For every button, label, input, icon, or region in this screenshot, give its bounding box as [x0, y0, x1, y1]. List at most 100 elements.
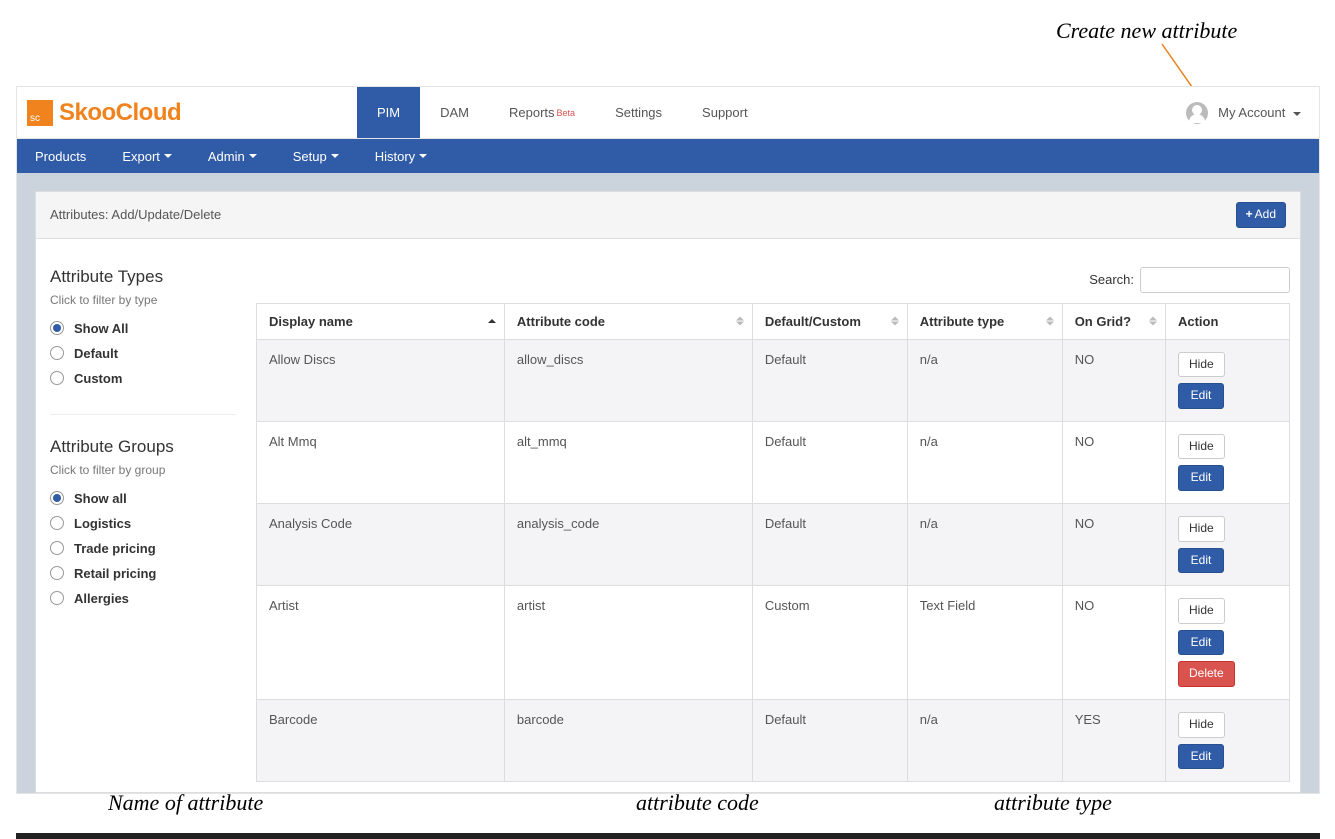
filter-group-radio-item[interactable]: Show all: [50, 491, 236, 506]
secondbar-item-label: Setup: [293, 149, 327, 164]
add-attribute-button[interactable]: +Add: [1236, 202, 1286, 228]
hide-button[interactable]: Hide: [1178, 434, 1225, 460]
secondbar-item-label: Products: [35, 149, 86, 164]
logo[interactable]: sc SkooCloud: [17, 87, 357, 138]
col-header-label: Attribute type: [920, 314, 1005, 329]
radio-label: Trade pricing: [74, 541, 156, 556]
col-header-attribute-type[interactable]: Attribute type: [907, 303, 1062, 339]
user-avatar-icon: [1186, 102, 1208, 124]
cell-actions: Hide Edit: [1165, 339, 1289, 421]
cell-attribute-code: barcode: [504, 699, 752, 781]
caret-down-icon: [419, 154, 427, 158]
filter-groups-sub: Click to filter by group: [50, 463, 236, 477]
filter-type-radio-item[interactable]: Show All: [50, 321, 236, 336]
cell-attribute-code: alt_mmq: [504, 421, 752, 503]
filter-group-radio-item[interactable]: Logistics: [50, 516, 236, 531]
secondbar-item-label: Export: [122, 149, 160, 164]
my-account-label: My Account: [1218, 105, 1285, 120]
secondbar-item-export[interactable]: Export: [104, 139, 190, 173]
cell-attribute-code: artist: [504, 586, 752, 700]
sort-icon: [736, 317, 744, 326]
cell-actions: Hide Edit: [1165, 421, 1289, 503]
hide-button[interactable]: Hide: [1178, 352, 1225, 378]
radio-label: Show all: [74, 491, 127, 506]
radio-icon: [50, 541, 64, 555]
secondbar-item-history[interactable]: History: [357, 139, 445, 173]
filter-type-radio-item[interactable]: Custom: [50, 371, 236, 386]
radio-icon: [50, 346, 64, 360]
hide-button[interactable]: Hide: [1178, 598, 1225, 624]
col-header-display-name[interactable]: Display name: [257, 303, 505, 339]
radio-icon: [50, 516, 64, 530]
hide-button[interactable]: Hide: [1178, 516, 1225, 542]
topnav: PIMDAMReportsBetaSettings Support: [357, 87, 768, 138]
edit-button[interactable]: Edit: [1178, 383, 1224, 409]
filter-group-radio-item[interactable]: Allergies: [50, 591, 236, 606]
radio-label: Custom: [74, 371, 122, 386]
add-button-label: Add: [1255, 207, 1276, 221]
attributes-table: Display nameAttribute code Default/Custom…: [256, 303, 1290, 783]
filter-groups-title: Attribute Groups: [50, 437, 236, 457]
filter-group-radio-item[interactable]: Trade pricing: [50, 541, 236, 556]
caret-down-icon: [1293, 112, 1301, 116]
radio-label: Retail pricing: [74, 566, 156, 581]
filter-group-radio-item[interactable]: Retail pricing: [50, 566, 236, 581]
cell-on-grid: NO: [1062, 586, 1165, 700]
cell-attribute-code: allow_discs: [504, 339, 752, 421]
cell-default-custom: Custom: [752, 586, 907, 700]
secondbar: Products Export Admin Setup History: [17, 139, 1319, 173]
edit-button[interactable]: Edit: [1178, 465, 1224, 491]
hide-button[interactable]: Hide: [1178, 712, 1225, 738]
cell-on-grid: NO: [1062, 503, 1165, 585]
cell-default-custom: Default: [752, 421, 907, 503]
cell-display-name: Allow Discs: [257, 339, 505, 421]
panel-header: Attributes: Add/Update/Delete +Add: [36, 192, 1300, 239]
radio-icon: [50, 566, 64, 580]
app-window: sc SkooCloud PIMDAMReportsBetaSettings Su…: [16, 86, 1320, 794]
cell-actions: Hide Edit Delete: [1165, 586, 1289, 700]
col-header-label: Action: [1178, 314, 1218, 329]
col-header-on-grid-[interactable]: On Grid?: [1062, 303, 1165, 339]
cell-display-name: Alt Mmq: [257, 421, 505, 503]
topnav-item-pim[interactable]: PIM: [357, 87, 420, 138]
secondbar-item-setup[interactable]: Setup: [275, 139, 357, 173]
radio-label: Allergies: [74, 591, 129, 606]
sidebar-filters: Attribute Types Click to filter by type …: [46, 267, 236, 783]
cell-on-grid: YES: [1062, 699, 1165, 781]
topbar: sc SkooCloud PIMDAMReportsBetaSettings Su…: [17, 87, 1319, 139]
topnav-item-dam[interactable]: DAM: [420, 87, 489, 138]
radio-icon: [50, 321, 64, 335]
plus-icon: +: [1246, 207, 1253, 221]
col-header-label: On Grid?: [1075, 314, 1131, 329]
sort-icon: [488, 319, 496, 323]
filter-types-title: Attribute Types: [50, 267, 236, 287]
col-header-default-custom[interactable]: Default/Custom: [752, 303, 907, 339]
edit-button[interactable]: Edit: [1178, 630, 1224, 656]
panel-body: Attribute Types Click to filter by type …: [36, 239, 1300, 793]
secondbar-item-admin[interactable]: Admin: [190, 139, 275, 173]
topnav-item-support[interactable]: Support: [682, 87, 768, 138]
cell-display-name: Artist: [257, 586, 505, 700]
topnav-item-label: Support: [702, 105, 748, 120]
search-input[interactable]: [1140, 267, 1290, 293]
filter-type-radio-item[interactable]: Default: [50, 346, 236, 361]
edit-button[interactable]: Edit: [1178, 548, 1224, 574]
search-row: Search:: [256, 267, 1290, 293]
secondbar-item-products[interactable]: Products: [17, 139, 104, 173]
sort-icon: [1046, 317, 1054, 326]
topnav-item-reports[interactable]: ReportsBeta: [489, 87, 595, 138]
table-row: Analysis Codeanalysis_codeDefaultn/aNOHi…: [257, 503, 1290, 585]
cell-default-custom: Default: [752, 503, 907, 585]
col-header-attribute-code[interactable]: Attribute code: [504, 303, 752, 339]
radio-icon: [50, 371, 64, 385]
edit-button[interactable]: Edit: [1178, 744, 1224, 770]
table-row: Allow Discsallow_discsDefaultn/aNOHideEd…: [257, 339, 1290, 421]
footer-bar: [16, 833, 1320, 839]
logo-text: SkooCloud: [59, 99, 181, 127]
cell-default-custom: Default: [752, 339, 907, 421]
col-header-label: Default/Custom: [765, 314, 861, 329]
delete-button[interactable]: Delete: [1178, 661, 1235, 687]
my-account-link[interactable]: My Account: [1218, 105, 1301, 120]
topnav-item-settings[interactable]: Settings: [595, 87, 682, 138]
attributes-panel: Attributes: Add/Update/Delete +Add Attri…: [35, 191, 1301, 793]
